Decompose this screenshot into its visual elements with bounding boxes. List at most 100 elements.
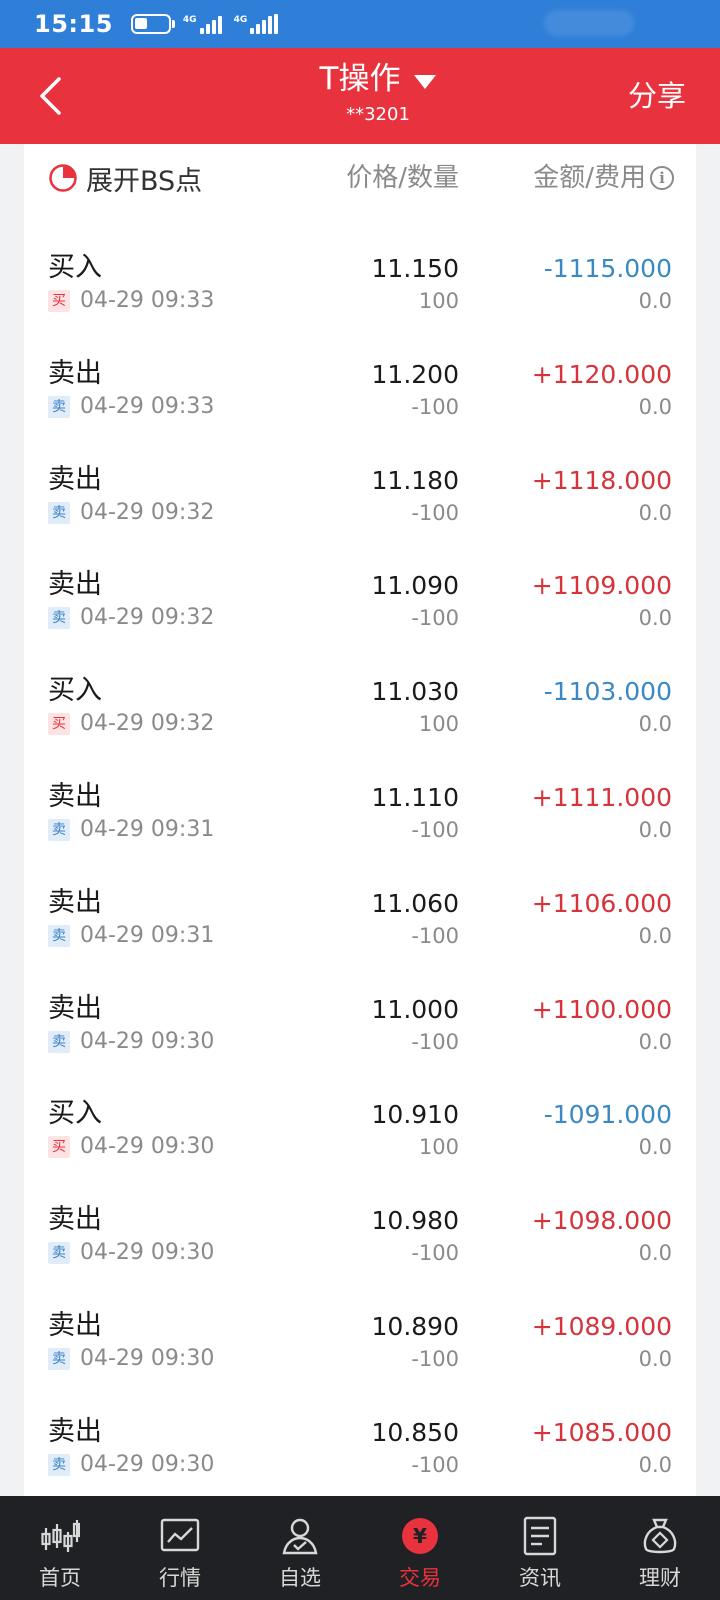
trade-side-badge: 卖 [48,1242,70,1265]
trade-amount: +1106.000 [531,888,672,918]
nav-item-1[interactable]: 行情 [120,1496,240,1600]
share-button[interactable]: 分享 [628,72,686,120]
info-icon[interactable]: i [650,166,674,190]
nav-item-5[interactable]: 理财 [600,1496,720,1600]
status-bar: 15:15 4G 4G [0,0,720,48]
signal-label: 4G [182,15,197,25]
svg-text:¥: ¥ [413,1524,427,1548]
trade-row[interactable]: 卖出卖 04-29 09:30 10.890 -100 +1089.000 0.0 [24,1296,696,1402]
trade-type: 买入 [48,252,102,283]
trade-type: 卖出 [48,1310,102,1341]
trade-amount: +1089.000 [531,1312,672,1341]
trade-row[interactable]: 买入买 04-29 09:33 11.150 100 -1115.000 0.0 [24,238,696,344]
trade-type: 买入 [48,1098,102,1130]
trade-fee: 0.0 [638,1452,672,1477]
signal-4g-icon: 4G [183,14,222,34]
trade-quantity: -100 [411,818,459,842]
trade-amount: +1100.000 [531,994,672,1024]
nav-label: 理财 [639,1566,681,1590]
nav-item-3[interactable]: ¥ 交易 [360,1496,480,1600]
trade-amount: -1115.000 [543,254,672,283]
trade-quantity: -100 [411,1347,459,1371]
trade-quantity: 100 [418,1135,459,1160]
trade-fee: 0.0 [638,1241,672,1266]
back-button[interactable] [30,76,70,116]
trade-quantity: -100 [411,500,459,525]
trade-time: 04-29 09:30 [80,1451,215,1477]
trade-price: 11.030 [371,677,459,707]
trade-row[interactable]: 卖出卖 04-29 09:32 11.180 -100 +1118.000 0.0 [24,450,696,556]
nav-label: 行情 [159,1566,201,1590]
nav-item-0[interactable]: 首页 [0,1496,120,1600]
battery-icon [130,14,175,34]
nav-item-2[interactable]: 自选 [240,1496,360,1600]
trade-fee: 0.0 [638,712,672,737]
trade-fee: 0.0 [638,289,672,313]
trade-row[interactable]: 卖出卖 04-29 09:30 10.980 -100 +1098.000 0.0 [24,1190,696,1296]
trade-type: 卖出 [48,886,102,918]
trade-amount: +1109.000 [531,571,672,601]
trade-price: 11.060 [371,888,459,918]
nav-item-4[interactable]: 资讯 [480,1496,600,1600]
trade-time: 04-29 09:30 [80,1346,215,1371]
signal-label-2: 4G [233,15,248,25]
trade-side-badge: 卖 [48,501,70,524]
trade-time: 04-29 09:32 [80,605,215,631]
trade-price: 10.890 [371,1312,459,1341]
trade-row[interactable]: 卖出卖 04-29 09:31 11.060 -100 +1106.000 0.0 [24,873,696,979]
trade-side-badge: 买 [48,1136,70,1159]
status-blurred-area [544,10,634,36]
trade-quantity: 100 [418,712,459,737]
trade-side-badge: 卖 [48,1348,70,1370]
trade-row[interactable]: 卖出卖 04-29 09:30 10.850 -100 +1085.000 0.0 [24,1402,696,1496]
trade-row[interactable]: 卖出卖 04-29 09:30 11.000 -100 +1100.000 0.0 [24,979,696,1085]
trade-row[interactable]: 买入买 04-29 09:30 10.910 100 -1091.000 0.0 [24,1084,696,1190]
trade-side-badge: 买 [48,713,70,736]
trade-quantity: -100 [411,394,459,419]
expand-bs-label: 展开BS点 [86,165,203,197]
trade-quantity: -100 [411,923,459,948]
nav-label: 首页 [39,1566,81,1590]
trade-quantity: -100 [411,1029,459,1054]
trade-time: 04-29 09:30 [80,1240,215,1266]
trade-row[interactable]: 卖出卖 04-29 09:31 11.110 -100 +1111.000 0.0 [24,767,696,873]
trade-quantity: 100 [418,289,459,313]
trade-price: 11.150 [371,254,459,283]
account-number: **3201 [346,104,410,125]
signal-4g-icon-2: 4G [234,14,279,34]
trade-fee: 0.0 [638,1029,672,1054]
document-icon [518,1514,562,1558]
list-header: 展开BS点 价格/数量 金额/费用 i [24,144,696,212]
trade-type: 卖出 [48,463,102,495]
chevron-left-icon [40,77,61,115]
trade-type: 卖出 [48,1415,102,1447]
trade-time: 04-29 09:32 [80,499,215,525]
trade-quantity: -100 [411,606,459,631]
trade-type: 卖出 [48,357,102,389]
trade-fee: 0.0 [638,394,672,419]
trade-row[interactable]: 卖出卖 04-29 09:32 11.090 -100 +1109.000 0.0 [24,555,696,661]
trade-time: 04-29 09:31 [80,922,215,948]
candlestick-icon [38,1514,82,1558]
pie-chart-icon [49,164,77,192]
trade-side-badge: 卖 [48,1453,70,1476]
amount-fee-header: 金额/费用 [533,163,646,193]
price-qty-header: 价格/数量 [346,163,459,193]
trade-row[interactable]: 卖出卖 04-29 09:33 11.200 -100 +1120.000 0.0 [24,344,696,450]
trade-time: 04-29 09:31 [80,817,215,842]
nav-label: 资讯 [519,1566,561,1590]
expand-bs-toggle[interactable]: 展开BS点 [48,158,202,198]
trade-list-card: 展开BS点 价格/数量 金额/费用 i 买入买 04-29 09:33 11.150… [24,144,696,1496]
account-switcher[interactable]: T操作 **3201 [260,56,460,136]
trade-row[interactable]: 买入买 04-29 09:32 11.030 100 -1103.000 0.0 [24,661,696,767]
trade-price: 11.110 [371,783,459,812]
trade-amount: +1111.000 [531,783,672,812]
trade-fee: 0.0 [638,1347,672,1371]
trade-type: 卖出 [48,569,102,601]
trade-fee: 0.0 [638,500,672,525]
trade-price: 10.850 [371,1417,459,1447]
trade-price: 11.180 [371,465,459,495]
app-header: T操作 **3201 分享 [0,48,720,144]
trade-price: 11.090 [371,571,459,601]
trade-type: 买入 [48,675,102,707]
